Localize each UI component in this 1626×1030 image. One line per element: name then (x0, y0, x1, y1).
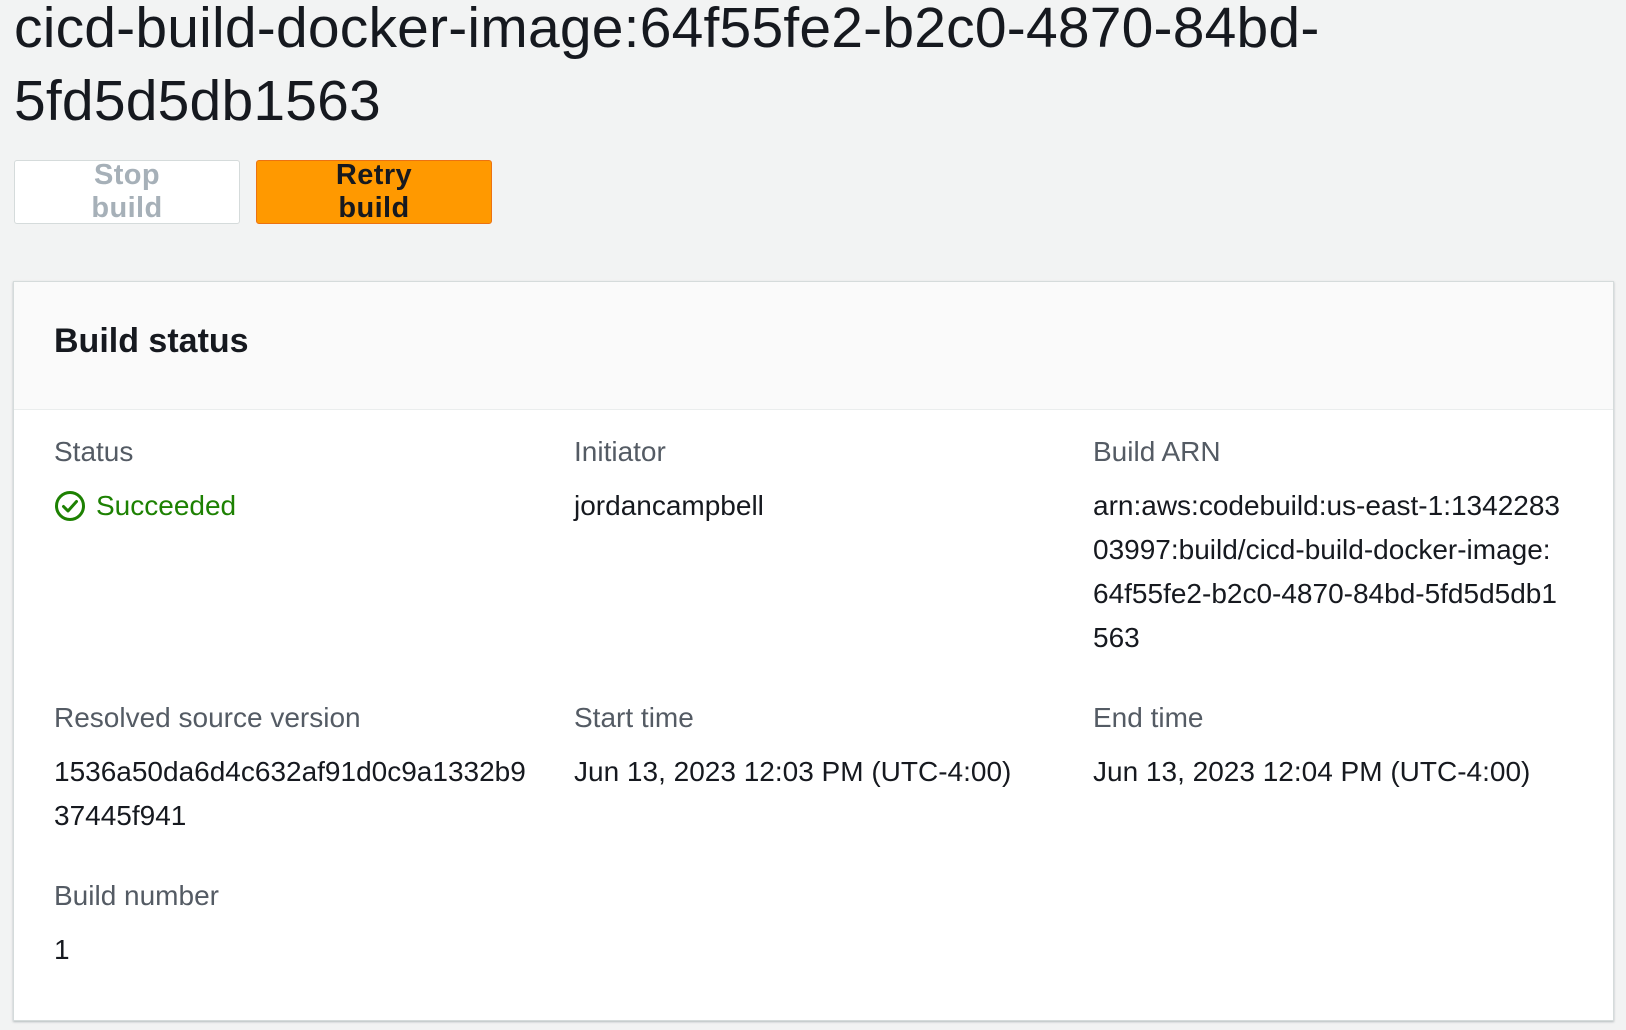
end-time-value: Jun 13, 2023 12:04 PM (UTC-4:00) (1093, 756, 1531, 787)
build-actions: Stop build Retry build (14, 159, 492, 224)
start-time-value: Jun 13, 2023 12:03 PM (UTC-4:00) (574, 756, 1012, 787)
resolved-source-version-label: Resolved source version (54, 702, 361, 733)
build-number-field: Build number 1 (54, 876, 534, 972)
end-time-field: End time Jun 13, 2023 12:04 PM (UTC-4:00… (1093, 698, 1593, 794)
panel-title: Build status (54, 322, 249, 360)
initiator-label: Initiator (574, 436, 666, 467)
stop-build-button[interactable]: Stop build (14, 159, 240, 224)
resolved-source-version-field: Resolved source version 1536a50da6d4c632… (54, 698, 534, 838)
retry-build-button[interactable]: Retry build (256, 159, 492, 224)
start-time-label: Start time (574, 702, 694, 733)
end-time-label: End time (1093, 702, 1204, 733)
status-label: Status (54, 436, 134, 467)
panel-header: Build status (14, 282, 1613, 410)
build-number-value: 1 (54, 934, 70, 965)
status-field: Status Succeeded (54, 432, 534, 528)
initiator-field: Initiator jordancampbell (574, 432, 1054, 528)
page-title: cicd-build-docker-image:64f55fe2-b2c0-48… (14, 0, 1320, 133)
status-value: Succeeded (54, 484, 534, 528)
status-text: Succeeded (96, 490, 237, 521)
build-status-panel: Build status Status Succeeded Initiator … (13, 281, 1614, 1021)
build-arn-label: Build ARN (1093, 436, 1221, 467)
build-arn-value: arn:aws:codebuild:us-east-1:134228303997… (1093, 490, 1560, 653)
build-arn-field: Build ARN arn:aws:codebuild:us-east-1:13… (1093, 432, 1563, 660)
check-circle-icon (55, 491, 85, 521)
initiator-value: jordancampbell (574, 490, 764, 521)
build-number-label: Build number (54, 880, 219, 911)
start-time-field: Start time Jun 13, 2023 12:03 PM (UTC-4:… (574, 698, 1054, 794)
resolved-source-version-value: 1536a50da6d4c632af91d0c9a1332b937445f941 (54, 756, 526, 831)
